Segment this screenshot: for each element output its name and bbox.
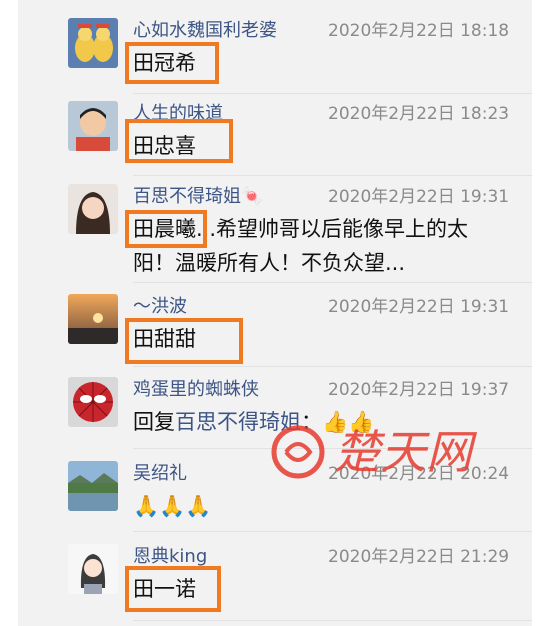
comment-time: 2020年2月22日 19:37 — [328, 380, 510, 400]
commenter-name[interactable]: 吴绍礼 — [133, 459, 187, 485]
divider — [133, 282, 532, 283]
comment-time: 2020年2月22日 18:23 — [328, 104, 510, 124]
highlight-box — [125, 566, 221, 612]
avatar[interactable] — [68, 544, 118, 594]
divider — [133, 93, 532, 94]
pray-icon: 🙏🙏🙏 — [133, 494, 212, 518]
avatar[interactable] — [68, 294, 118, 344]
highlight-box — [125, 119, 233, 163]
comment-time: 2020年2月22日 19:31 — [328, 187, 510, 207]
comment-time: 2020年2月22日 19:31 — [328, 297, 510, 317]
commenter-name[interactable]: 恩典king — [133, 542, 207, 568]
comment-time: 2020年2月22日 21:29 — [328, 547, 510, 567]
comment-text: 🙏🙏🙏 — [133, 489, 503, 523]
divider — [133, 531, 532, 532]
commenter-name[interactable]: 百思不得琦姐🍬 — [133, 182, 263, 208]
comment-time: 2020年2月22日 18:18 — [328, 21, 510, 41]
divider — [133, 175, 532, 176]
highlight-box — [125, 42, 219, 84]
avatar[interactable] — [68, 101, 118, 151]
divider — [133, 620, 532, 621]
commenter-name[interactable]: 心如水魏国利老婆 — [133, 16, 277, 42]
highlight-box — [125, 210, 207, 248]
candy-icon: 🍬 — [241, 186, 264, 207]
avatar[interactable] — [68, 18, 118, 68]
highlight-box — [125, 318, 243, 364]
avatar[interactable] — [68, 461, 118, 511]
watermark-text: 楚天网 — [334, 425, 478, 479]
commenter-name[interactable]: ～洪波 — [133, 292, 187, 318]
divider — [133, 366, 532, 367]
commenter-name[interactable]: 鸡蛋里的蜘蛛侠 — [133, 375, 259, 401]
avatar[interactable] — [68, 377, 118, 427]
comment-feed: 心如水魏国利老婆 2020年2月22日 18:18 田冠希 人生的味道 2020… — [18, 0, 532, 626]
watermark: 楚天网 — [262, 410, 512, 490]
avatar[interactable] — [68, 184, 118, 234]
